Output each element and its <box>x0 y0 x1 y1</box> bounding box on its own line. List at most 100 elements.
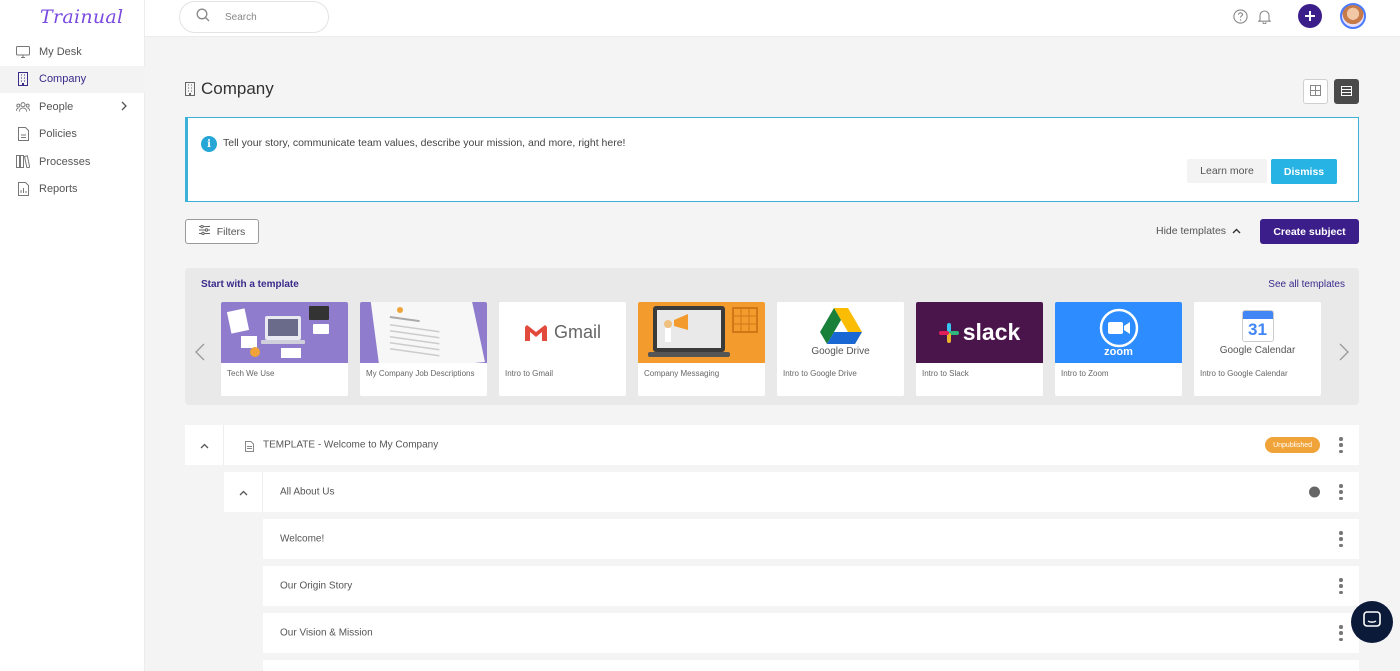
gmail-logo: Gmail <box>499 302 626 363</box>
help-icon[interactable] <box>1232 8 1248 24</box>
chevron-up-icon <box>239 483 248 501</box>
page-title: Company <box>185 79 274 99</box>
google-calendar-logo: 31 Google Calendar <box>1194 302 1321 363</box>
sidebar-item-label: Processes <box>39 155 91 168</box>
chevron-right-icon[interactable] <box>1339 343 1349 366</box>
sidebar-item-company[interactable]: Company <box>0 65 145 93</box>
slack-logo: slack <box>916 302 1043 363</box>
search-icon <box>196 8 210 27</box>
sidebar-item-label: People <box>39 100 74 113</box>
people-icon <box>16 100 30 114</box>
template-card-tech-we-use[interactable]: Tech We Use <box>221 302 348 396</box>
monitor-icon <box>16 45 30 59</box>
messaging-illustration <box>638 302 765 363</box>
books-icon <box>16 155 30 169</box>
sidebar-item-reports[interactable]: Reports <box>0 176 145 204</box>
chevron-right-icon[interactable] <box>121 101 127 114</box>
app-logo[interactable]: Trainual <box>40 6 123 28</box>
filters-button[interactable]: Filters <box>185 219 259 244</box>
bell-icon[interactable] <box>1256 8 1272 24</box>
grid-icon <box>1310 83 1321 101</box>
step-row[interactable]: Our Vision & Mission <box>263 613 1359 653</box>
building-icon <box>185 82 195 96</box>
template-card-label: Tech We Use <box>227 369 275 378</box>
page-title-text: Company <box>201 79 274 98</box>
template-card-job-descriptions[interactable]: My Company Job Descriptions <box>360 302 487 396</box>
step-row[interactable]: Welcome! <box>263 519 1359 559</box>
slack-wordmark: slack <box>962 319 1021 345</box>
sidebar-item-people[interactable]: People <box>0 93 145 121</box>
google-drive-wordmark: Google Drive <box>811 346 870 357</box>
subject-title[interactable]: TEMPLATE - Welcome to My Company <box>263 440 438 451</box>
tech-illustration <box>221 302 348 363</box>
calendar-icon: 31 <box>1241 309 1274 342</box>
see-all-templates-link[interactable]: See all templates <box>1268 279 1345 290</box>
more-options-icon[interactable] <box>1339 437 1343 453</box>
collapse-button[interactable] <box>224 472 263 512</box>
list-view-button[interactable] <box>1334 79 1359 104</box>
dismiss-button[interactable]: Dismiss <box>1271 159 1337 184</box>
zoom-wordmark: zoom <box>1104 345 1133 358</box>
collapse-button[interactable] <box>185 425 224 465</box>
search-placeholder: Search <box>225 11 257 23</box>
chevron-up-icon <box>1232 225 1241 237</box>
topic-row[interactable]: All About Us <box>224 472 1359 512</box>
template-cards: Tech We Use My Company Job Descriptions <box>221 302 1321 396</box>
template-card-label: Intro to Gmail <box>505 369 554 378</box>
search-input[interactable]: Search <box>179 1 329 33</box>
template-card-label: Intro to Zoom <box>1061 369 1109 378</box>
step-title[interactable]: Welcome! <box>280 534 324 545</box>
report-icon <box>16 182 30 197</box>
template-card-zoom[interactable]: zoom Intro to Zoom <box>1055 302 1182 396</box>
gmail-wordmark: Gmail <box>553 322 601 342</box>
step-row[interactable]: Our Origin Story <box>263 566 1359 606</box>
step-title[interactable]: Our Vision & Mission <box>280 628 373 639</box>
create-subject-button[interactable]: Create subject <box>1260 219 1359 244</box>
learn-more-button[interactable]: Learn more <box>1187 159 1267 183</box>
template-card-company-messaging[interactable]: Company Messaging <box>638 302 765 396</box>
templates-heading: Start with a template <box>201 279 299 290</box>
view-toggle <box>1303 79 1359 104</box>
more-options-icon[interactable] <box>1339 578 1343 594</box>
templates-panel: Start with a template See all templates <box>185 268 1359 405</box>
more-options-icon[interactable] <box>1339 625 1343 641</box>
plus-icon[interactable] <box>1298 4 1322 28</box>
status-dot <box>1309 486 1320 498</box>
google-drive-logo: Google Drive <box>777 302 904 363</box>
building-icon <box>16 72 30 87</box>
topbar: Search <box>145 0 1400 37</box>
info-icon: i <box>201 136 217 152</box>
template-card-label: Intro to Google Drive <box>783 369 857 378</box>
hide-templates-label: Hide templates <box>1156 225 1227 237</box>
template-card-slack[interactable]: slack Intro to Slack <box>916 302 1043 396</box>
step-title[interactable]: Our Origin Story <box>280 581 352 592</box>
hide-templates-toggle[interactable]: Hide templates <box>1156 225 1241 237</box>
sidebar-item-label: Reports <box>39 183 78 196</box>
subject-row[interactable]: TEMPLATE - Welcome to My Company Unpubli… <box>185 425 1359 465</box>
chevron-left-icon[interactable] <box>195 343 205 366</box>
template-card-label: Intro to Slack <box>922 369 969 378</box>
document-icon <box>245 439 254 457</box>
step-row[interactable] <box>263 660 1359 671</box>
sidebar-item-processes[interactable]: Processes <box>0 148 145 176</box>
chat-icon <box>1363 610 1381 634</box>
more-options-icon[interactable] <box>1339 484 1343 500</box>
sidebar-item-policies[interactable]: Policies <box>0 121 145 149</box>
template-card-google-calendar[interactable]: 31 Google Calendar Intro to Google Calen… <box>1194 302 1321 396</box>
topic-title[interactable]: All About Us <box>280 487 334 498</box>
document-illustration <box>360 302 487 363</box>
list-icon <box>1341 83 1352 101</box>
more-options-icon[interactable] <box>1339 531 1343 547</box>
template-card-gmail[interactable]: Gmail Intro to Gmail <box>499 302 626 396</box>
status-badge: Unpublished <box>1265 437 1320 453</box>
chat-launcher-button[interactable] <box>1351 601 1393 643</box>
avatar[interactable] <box>1340 3 1366 29</box>
sidebar-item-label: Policies <box>39 128 77 141</box>
template-card-google-drive[interactable]: Google Drive Intro to Google Drive <box>777 302 904 396</box>
grid-view-button[interactable] <box>1303 79 1328 104</box>
chevron-up-icon <box>200 436 209 454</box>
sidebar-item-my-desk[interactable]: My Desk <box>0 38 145 66</box>
template-card-label: Company Messaging <box>644 369 720 378</box>
sidebar-item-label: Company <box>39 73 87 86</box>
sliders-icon <box>198 224 210 238</box>
